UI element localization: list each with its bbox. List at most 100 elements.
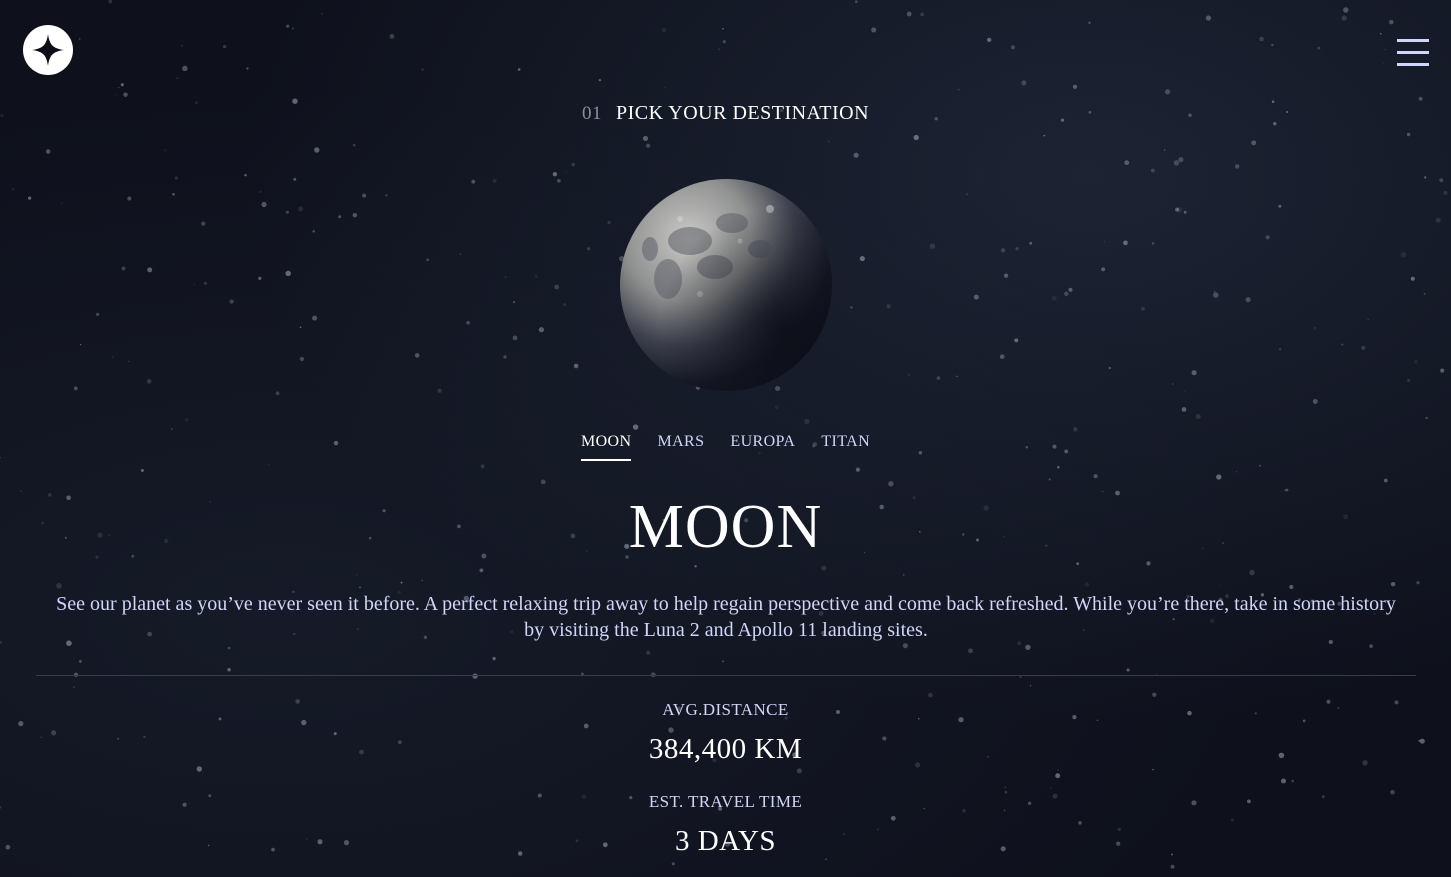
star-dot [182,65,188,72]
star-dot [167,372,169,375]
star-dot [259,191,262,193]
star-dot [118,86,120,89]
star-dot [821,565,827,571]
star-dot [825,858,827,860]
star-dot [1170,864,1175,869]
star-dot [888,481,894,487]
star-dot [664,87,666,89]
star-dot [480,464,485,469]
star-dot [258,276,262,281]
star-dot [1010,45,1016,50]
star-dot [1291,779,1295,783]
star-dot [0,640,2,644]
destination-description: See our planet as you’ve never seen it b… [56,593,1396,641]
star-dot [534,275,538,278]
star-dot [1178,157,1184,163]
star-dot [299,326,302,329]
star-dot [1443,190,1448,195]
star-dot [1181,407,1187,412]
star-dot [1367,318,1369,320]
star-dot [540,479,546,485]
star-dot [1049,787,1052,789]
star-dot [421,579,423,582]
star-dot [1152,692,1157,697]
star-dot [1271,43,1274,47]
star-dot [642,135,649,141]
star-dot [1384,48,1387,51]
star-dot [804,418,810,425]
star-dot [1003,273,1009,278]
star-dot [298,206,303,212]
star-dot [980,175,982,177]
star-dot [95,312,100,317]
star-dot [312,229,316,233]
star-dot [854,0,858,4]
star-dot [599,275,601,277]
star-dot [796,768,802,774]
star-dot [261,201,267,208]
star-dot [286,24,290,28]
star-dot [1172,383,1174,385]
star-dot [147,267,153,273]
star-dot [193,283,195,286]
star-dot [312,315,318,321]
star-dot [1383,478,1388,483]
star-dot [1259,36,1264,42]
star-dot [965,193,969,196]
star-dot [557,178,561,183]
tab-titan[interactable]: TITAN [821,433,870,461]
star-dot [920,12,924,17]
star-dot [338,215,342,219]
star-dot [1317,46,1321,50]
star-dot [1057,769,1059,771]
star-dot [1382,62,1385,65]
star-dot [661,28,667,33]
star-dot [56,583,62,589]
star-dot [45,149,51,154]
star-dot [968,648,973,654]
star-dot [201,221,206,226]
star-dot [1216,474,1222,480]
star-dot [671,862,675,866]
star-dot [27,196,32,200]
star-dot [1124,160,1130,166]
star-dot [722,660,724,663]
star-dot [459,253,462,256]
logo-star-icon[interactable] [23,25,73,75]
star-dot [1175,207,1180,212]
star-dot [1029,685,1032,687]
star-dot [607,220,611,225]
star-dot [229,299,234,304]
star-dot [598,78,602,82]
star-dot [285,270,291,277]
star-dot [1151,242,1155,245]
star-dot [79,660,82,663]
star-dot [1251,140,1257,146]
tab-europa[interactable]: EUROPA [730,433,795,461]
tab-moon[interactable]: MOON [580,433,632,461]
star-dot [1424,176,1427,179]
star-dot [718,48,720,50]
hamburger-menu-icon[interactable] [1397,39,1429,67]
moon-image [620,179,832,391]
star-dot [850,306,853,309]
subheading-text: PICK YOUR DESTINATION [615,102,870,124]
star-dot [471,179,476,184]
menu-bar-top [1397,39,1429,42]
star-dot [1103,240,1106,243]
travel-time-label: EST. TRAVEL TIME [648,792,803,811]
star-dot [73,686,76,689]
star-dot [1093,473,1098,479]
star-dot [1440,368,1445,373]
star-dot [314,147,320,153]
tab-mars[interactable]: MARS [657,433,704,461]
star-dot [1150,168,1155,173]
star-dot [222,44,227,49]
star-dot [973,294,979,300]
star-dot [437,388,442,393]
star-dot [1423,292,1426,295]
page-subheading: 01 PICK YOUR DESTINATION [0,102,1451,125]
star-dot [1191,370,1197,376]
star-dot [466,320,470,325]
star-dot [164,149,167,152]
